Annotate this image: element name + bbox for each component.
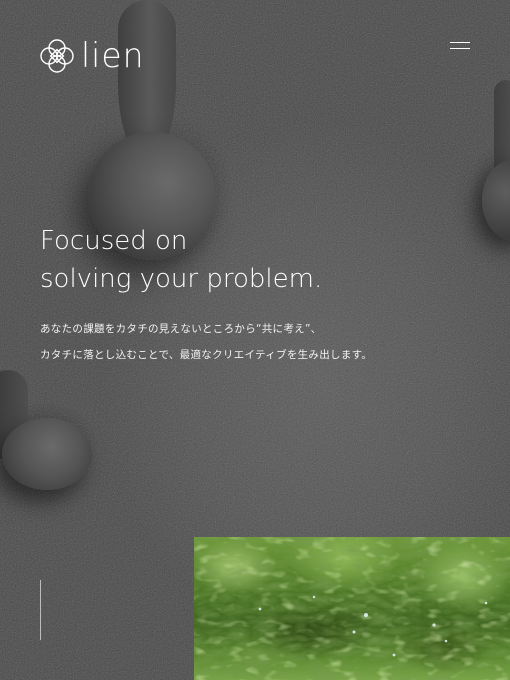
hamburger-menu-icon — [450, 48, 470, 49]
menu-button[interactable] — [446, 38, 474, 56]
hamburger-menu-icon — [450, 42, 470, 43]
logo-wordmark: lien — [81, 35, 145, 76]
lead-line: カタチに落とし込むことで、最適なクリエイティブを生み出します。 — [40, 349, 373, 361]
brand-logo[interactable]: lien — [39, 35, 145, 76]
moss-photo — [194, 537, 510, 680]
headline-line: Focused on — [40, 226, 188, 256]
headline-line: solving your problem. — [40, 264, 323, 294]
quatrefoil-logo-icon — [40, 39, 74, 73]
hero-headline: Focused on solving your problem. — [40, 222, 480, 298]
hero-lead-text: あなたの課題をカタチの見えないところから“共に考え”、 カタチに落とし込むことで… — [40, 316, 480, 368]
scroll-indicator-line — [40, 580, 41, 640]
moss-texture — [194, 537, 510, 680]
lead-line: あなたの課題をカタチの見えないところから“共に考え”、 — [40, 323, 322, 335]
stone-shape — [2, 418, 92, 490]
